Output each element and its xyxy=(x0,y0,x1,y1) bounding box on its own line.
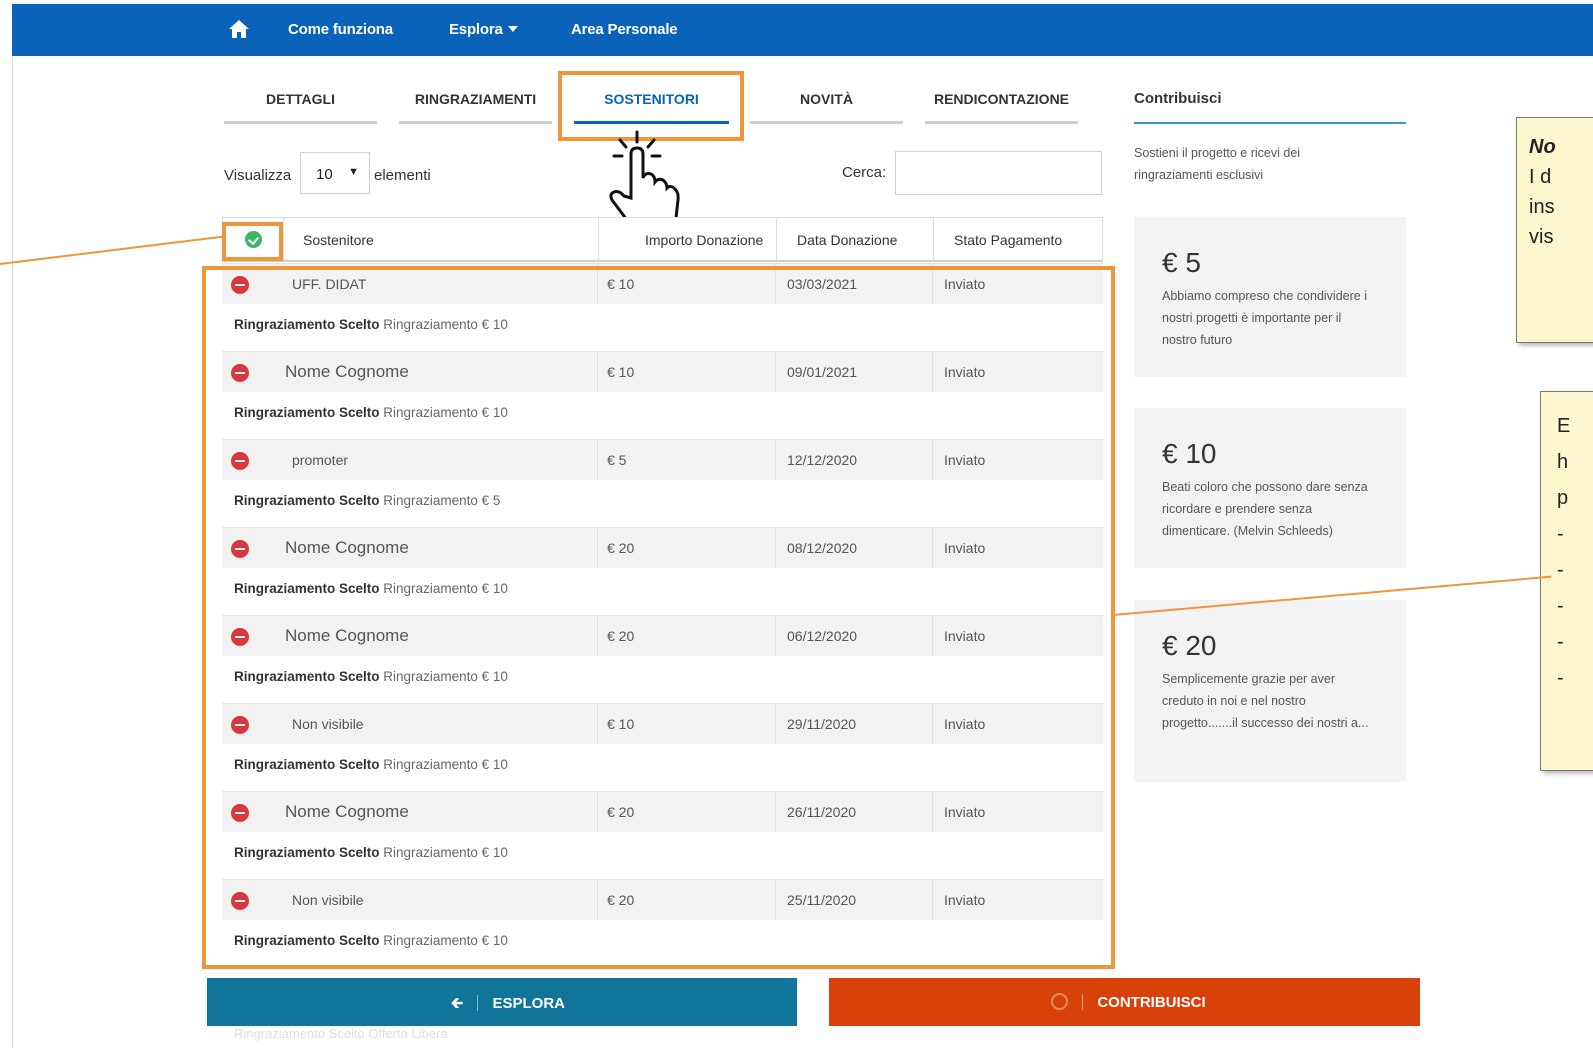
show-entries-label: Visualizza xyxy=(224,167,292,184)
reward-card-5[interactable]: € 5 Abbiamo compreso che condividere i n… xyxy=(1134,217,1406,377)
contribuisci-button[interactable]: CONTRIBUISCI xyxy=(829,978,1420,1026)
reward-amount: € 10 xyxy=(1162,438,1217,469)
contribuisci-label: CONTRIBUISCI xyxy=(1097,994,1206,1011)
note-line: vis xyxy=(1529,226,1554,248)
column-separator xyxy=(598,218,599,263)
nav-area-personale[interactable]: Area Personale xyxy=(571,21,678,38)
euro-coin-icon xyxy=(1051,993,1068,1010)
annotation-connector xyxy=(0,235,224,265)
sidebar-subtitle: Sostieni il progetto e ricevi dei ringra… xyxy=(1134,146,1301,182)
chevron-down-icon: ▼ xyxy=(348,166,359,178)
note-line: h xyxy=(1557,451,1569,473)
tab-novita[interactable]: NOVITÀ xyxy=(750,90,903,124)
esplora-button[interactable]: 🡰 ESPLORA xyxy=(207,978,797,1026)
top-navbar: Come funziona Esplora Area Personale xyxy=(12,4,1593,56)
page-left-border xyxy=(12,56,13,1048)
column-separator xyxy=(776,218,777,263)
esplora-label: ESPLORA xyxy=(492,995,566,1012)
annotation-note-2: E h p - - - - - xyxy=(1540,391,1593,771)
reward-card-20[interactable]: € 20 Semplicemente grazie per aver credu… xyxy=(1134,600,1406,782)
tab-dettagli[interactable]: DETTAGLI xyxy=(224,90,377,124)
button-divider xyxy=(1082,994,1084,1010)
note-line: No xyxy=(1529,136,1556,158)
reward-description: Beati coloro che possono dare senza rico… xyxy=(1162,480,1368,538)
entries-per-page-select[interactable]: 10 ▼ xyxy=(300,152,370,194)
note-line: E xyxy=(1557,415,1571,437)
button-divider xyxy=(477,995,479,1011)
note-line: ins xyxy=(1529,196,1555,218)
tab-rendicontazione[interactable]: RENDICONTAZIONE xyxy=(925,90,1078,124)
chevron-down-icon xyxy=(507,26,518,32)
nav-come-funziona[interactable]: Come funziona xyxy=(288,21,393,38)
annotation-note-1: No I d ins vis xyxy=(1516,117,1593,343)
th-data[interactable]: Data Donazione xyxy=(797,232,897,248)
note-line: I d xyxy=(1529,166,1552,188)
th-stato[interactable]: Stato Pagamento xyxy=(954,232,1062,248)
note-line: - xyxy=(1557,667,1564,689)
arrow-left-icon: 🡰 xyxy=(451,995,464,1012)
reward-amount: € 20 xyxy=(1162,630,1217,661)
th-importo[interactable]: Importo Donazione xyxy=(645,232,763,248)
column-separator xyxy=(283,218,284,263)
column-separator xyxy=(933,218,934,263)
reward-description: Abbiamo compreso che condividere i nostr… xyxy=(1162,289,1367,347)
search-input[interactable] xyxy=(895,151,1102,195)
note-line: - xyxy=(1557,559,1564,581)
truncated-row-label: Ringraziamento Scelto Offerta Libera xyxy=(234,1026,448,1041)
reward-card-10[interactable]: € 10 Beati coloro che possono dare senza… xyxy=(1134,408,1406,568)
table-header: Sostenitore Importo Donazione Data Donaz… xyxy=(222,217,1103,263)
reward-amount: € 5 xyxy=(1162,247,1201,278)
entries-suffix-label: elementi xyxy=(374,167,431,184)
tab-ringraziamenti[interactable]: RINGRAZIAMENTI xyxy=(399,90,552,124)
note-line: - xyxy=(1557,595,1564,617)
th-sostenitore[interactable]: Sostenitore xyxy=(303,232,374,248)
home-icon[interactable] xyxy=(227,18,251,40)
note-line: p xyxy=(1557,487,1569,509)
sidebar-underline xyxy=(1134,122,1406,124)
check-highlight-frame xyxy=(222,222,283,261)
reward-description: Semplicemente grazie per aver creduto in… xyxy=(1162,672,1369,730)
rows-highlight-frame xyxy=(202,266,1115,969)
search-label: Cerca: xyxy=(842,164,887,181)
nav-esplora[interactable]: Esplora xyxy=(449,21,518,38)
note-line: - xyxy=(1557,523,1564,545)
note-line: - xyxy=(1557,631,1564,653)
sidebar-title: Contribuisci xyxy=(1134,90,1222,107)
